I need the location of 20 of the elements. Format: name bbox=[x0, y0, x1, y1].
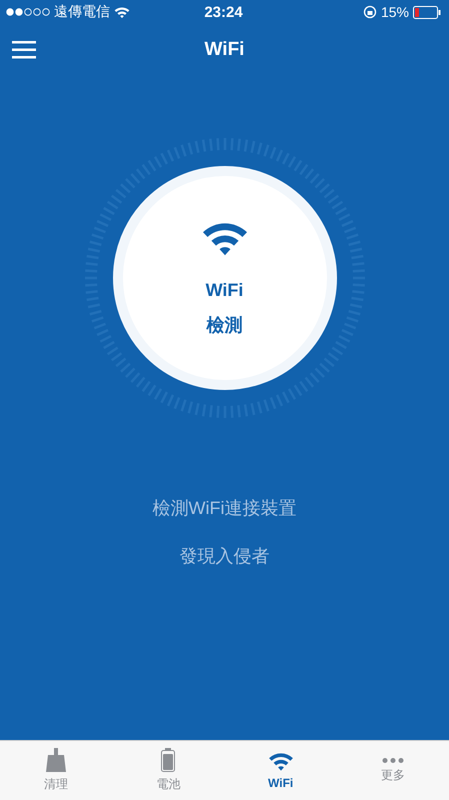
wifi-signal-icon bbox=[114, 6, 130, 18]
menu-icon[interactable] bbox=[12, 41, 36, 59]
rotation-lock-icon bbox=[362, 5, 377, 19]
wifi-icon bbox=[268, 751, 294, 772]
feature-text: 檢測WiFi連接裝置 bbox=[152, 497, 296, 520]
status-time: 23:24 bbox=[204, 4, 243, 20]
carrier-name: 遠傳電信 bbox=[54, 3, 110, 21]
signal-icon bbox=[6, 8, 50, 16]
feature-text: 發現入侵者 bbox=[180, 545, 270, 568]
tab[interactable]: 電池 bbox=[112, 741, 224, 800]
tab[interactable]: 清理 bbox=[0, 741, 112, 800]
nav-title: WiFi bbox=[204, 39, 246, 61]
broom-icon bbox=[45, 748, 68, 772]
tab[interactable]: 更多 bbox=[336, 741, 449, 800]
tab[interactable]: WiFi bbox=[224, 741, 337, 800]
battery-icon bbox=[413, 6, 441, 18]
wifi-scan-button[interactable]: WiFi 檢測 bbox=[112, 166, 336, 390]
more-icon bbox=[382, 758, 404, 762]
battery-percent: 15% bbox=[380, 4, 409, 20]
battery-icon bbox=[161, 748, 176, 772]
